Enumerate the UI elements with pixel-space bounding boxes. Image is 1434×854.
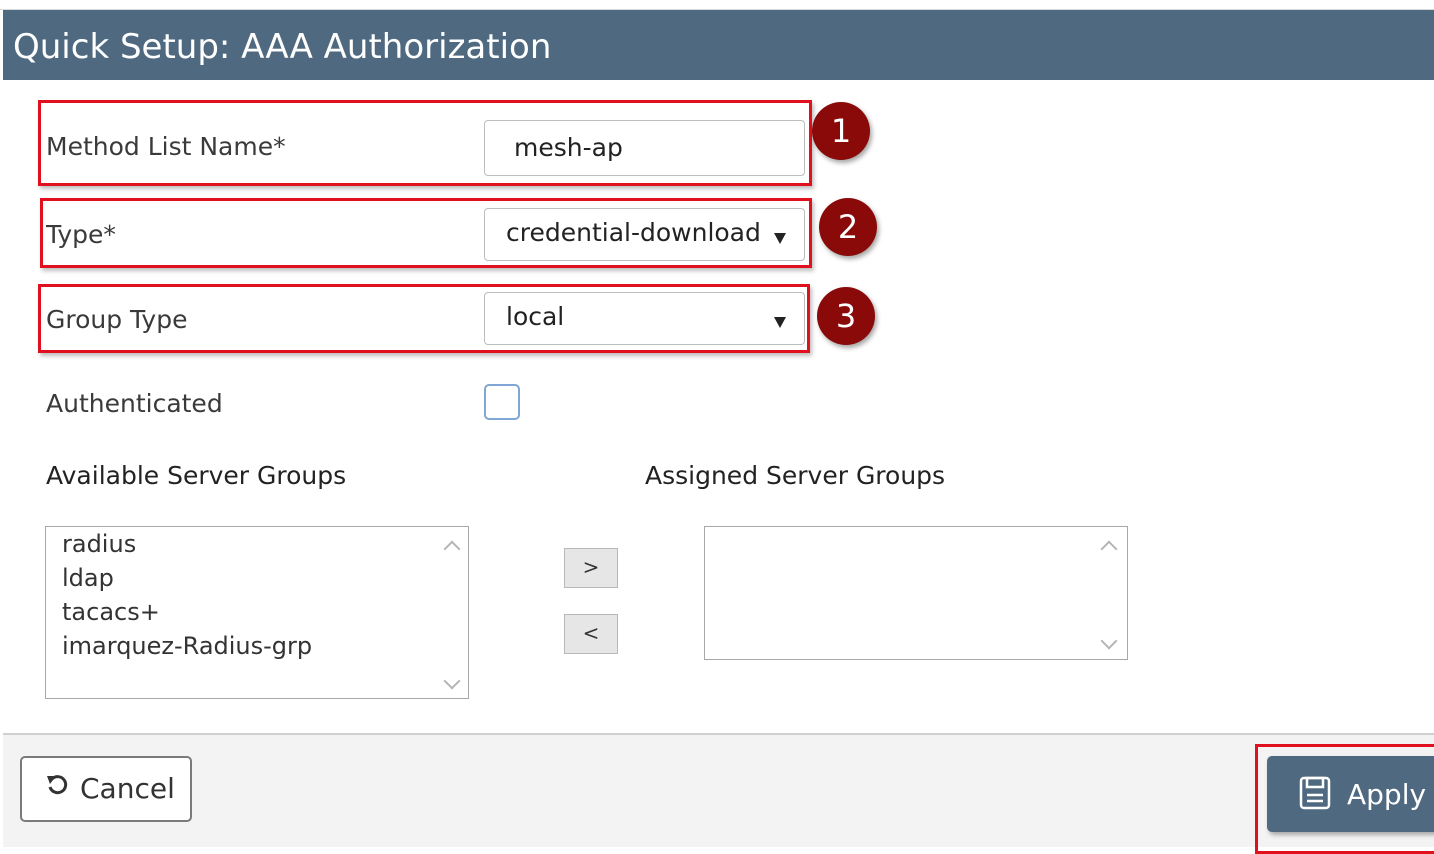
scroll-down-icon[interactable]	[1100, 632, 1118, 650]
scroll-up-icon[interactable]	[443, 540, 461, 558]
undo-icon	[47, 775, 68, 795]
available-server-groups-list[interactable]: radius ldap tacacs+ imarquez-Radius-grp	[45, 526, 469, 699]
move-left-button[interactable]: <	[564, 614, 618, 654]
authenticated-checkbox[interactable]	[484, 384, 520, 420]
scroll-up-icon[interactable]	[1100, 540, 1118, 558]
highlight-box-apply	[1255, 744, 1434, 854]
available-server-groups-heading: Available Server Groups	[46, 461, 347, 490]
step-badge-2: 2	[819, 198, 877, 256]
cancel-button-label: Cancel	[80, 772, 175, 805]
authenticated-label: Authenticated	[46, 389, 223, 418]
step-badge-1: 1	[812, 102, 870, 160]
assigned-server-groups-list[interactable]	[704, 526, 1128, 660]
assigned-server-groups-heading: Assigned Server Groups	[645, 461, 946, 490]
list-item[interactable]: imarquez-Radius-grp	[62, 629, 312, 663]
top-border	[0, 0, 1434, 10]
scroll-down-icon[interactable]	[443, 672, 461, 690]
dialog-header: Quick Setup: AAA Authorization	[3, 10, 1434, 80]
dialog-footer	[3, 735, 1434, 847]
list-item[interactable]: radius	[62, 527, 136, 561]
dialog-title: Quick Setup: AAA Authorization	[13, 27, 552, 67]
list-item[interactable]: ldap	[62, 561, 114, 595]
cancel-button[interactable]: Cancel	[20, 756, 192, 822]
highlight-box-3	[38, 284, 810, 353]
highlight-box-2	[40, 198, 812, 268]
move-right-button[interactable]: >	[564, 548, 618, 588]
list-item[interactable]: tacacs+	[62, 595, 160, 629]
step-badge-3: 3	[817, 287, 875, 345]
highlight-box-1	[38, 100, 812, 186]
